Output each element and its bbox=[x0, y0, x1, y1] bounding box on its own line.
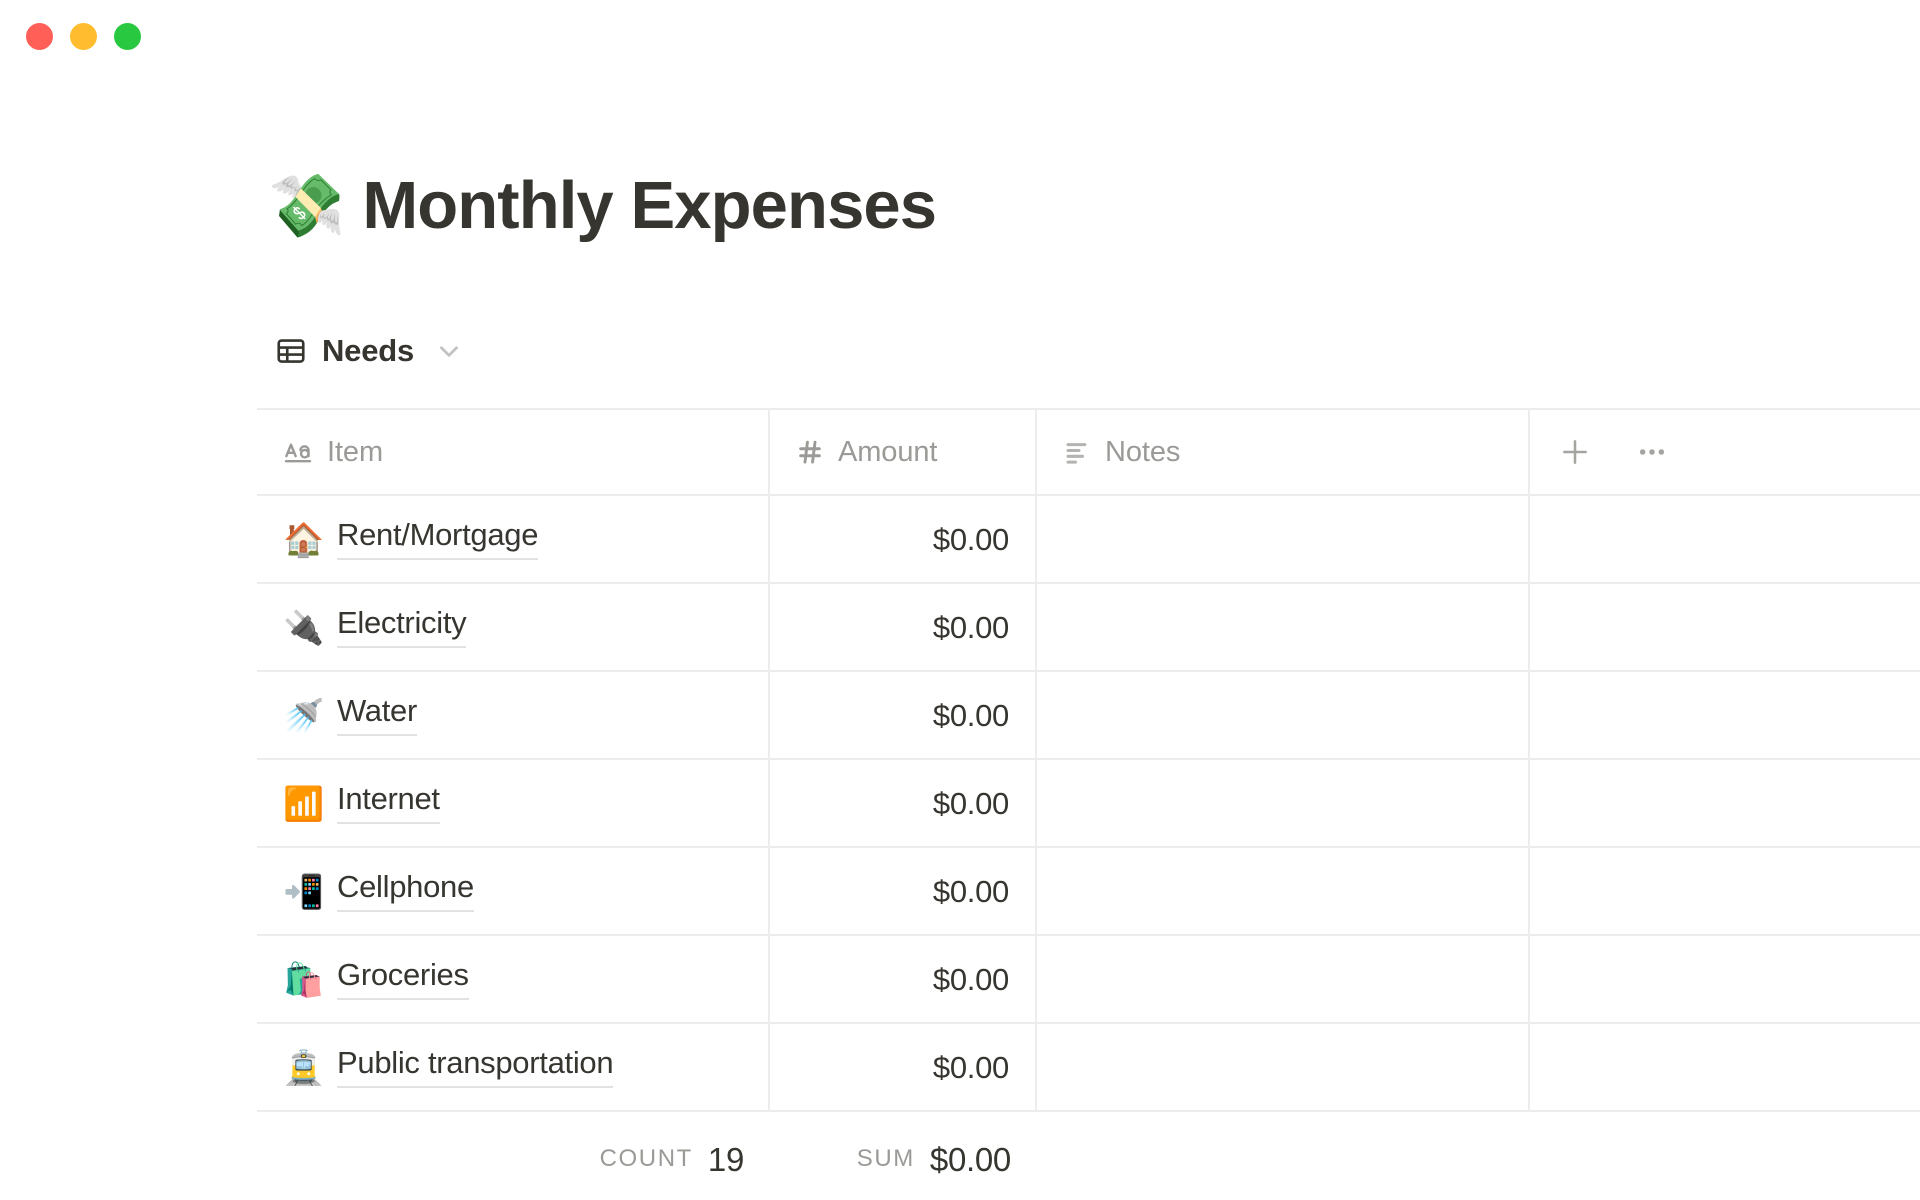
cell-amount[interactable]: $0.00 bbox=[770, 936, 1037, 1022]
cell-amount[interactable]: $0.00 bbox=[770, 1024, 1037, 1110]
shopping-bags-icon: 🛍️ bbox=[283, 963, 323, 996]
cell-extra bbox=[1530, 848, 1920, 934]
cell-extra bbox=[1530, 584, 1920, 670]
table-header-row: Item Amount bbox=[257, 410, 1920, 496]
cell-item-label: Public transportation bbox=[337, 1046, 613, 1087]
cell-notes[interactable] bbox=[1037, 936, 1530, 1022]
cell-notes[interactable] bbox=[1037, 1024, 1530, 1110]
table-row[interactable]: 🚊 Public transportation $0.00 bbox=[257, 1024, 1920, 1112]
column-header-notes[interactable]: Notes bbox=[1037, 410, 1530, 494]
database-table: Item Amount bbox=[257, 408, 1920, 1112]
cell-amount-value: $0.00 bbox=[933, 788, 1009, 819]
cell-amount[interactable]: $0.00 bbox=[770, 760, 1037, 846]
cell-extra bbox=[1530, 1024, 1920, 1110]
aggregation-sum[interactable]: Sum $0.00 bbox=[770, 1128, 1037, 1190]
cell-amount-value: $0.00 bbox=[933, 876, 1009, 907]
house-icon: 🏠 bbox=[283, 523, 323, 556]
database-view-selector[interactable]: Needs bbox=[276, 335, 462, 366]
cell-item[interactable]: 🚊 Public transportation bbox=[257, 1024, 770, 1110]
cell-item-label: Groceries bbox=[337, 958, 469, 999]
more-options-button[interactable] bbox=[1635, 435, 1669, 469]
cell-item-label: Rent/Mortgage bbox=[337, 518, 538, 559]
cell-item[interactable]: 🔌 Electricity bbox=[257, 584, 770, 670]
table-row[interactable]: 📶 Internet $0.00 bbox=[257, 760, 1920, 848]
aggregation-count-label: Count bbox=[600, 1147, 693, 1171]
table-row[interactable]: 📲 Cellphone $0.00 bbox=[257, 848, 1920, 936]
aggregation-count-value: 19 bbox=[708, 1143, 744, 1176]
cell-item-label: Electricity bbox=[337, 606, 466, 647]
cell-notes[interactable] bbox=[1037, 496, 1530, 582]
cell-extra bbox=[1530, 672, 1920, 758]
table-header-actions bbox=[1530, 410, 1920, 494]
cell-item-label: Water bbox=[337, 694, 417, 735]
cell-item-label: Cellphone bbox=[337, 870, 474, 911]
add-column-button[interactable] bbox=[1558, 435, 1592, 469]
view-name-label: Needs bbox=[322, 335, 414, 366]
tram-icon: 🚊 bbox=[283, 1051, 323, 1084]
table-aggregation-row: Count 19 Sum $0.00 bbox=[257, 1128, 1920, 1190]
signal-bars-icon: 📶 bbox=[283, 787, 323, 820]
table-icon bbox=[276, 336, 306, 366]
page-title-text: Monthly Expenses bbox=[362, 172, 936, 239]
cell-amount-value: $0.00 bbox=[933, 612, 1009, 643]
chevron-down-icon[interactable] bbox=[430, 338, 462, 364]
cell-amount-value: $0.00 bbox=[933, 524, 1009, 555]
cell-amount[interactable]: $0.00 bbox=[770, 584, 1037, 670]
column-header-item-label: Item bbox=[327, 438, 383, 467]
cell-amount[interactable]: $0.00 bbox=[770, 672, 1037, 758]
table-row[interactable]: 🚿 Water $0.00 bbox=[257, 672, 1920, 760]
aggregation-sum-value: $0.00 bbox=[930, 1143, 1011, 1176]
table-row[interactable]: 🏠 Rent/Mortgage $0.00 bbox=[257, 496, 1920, 584]
text-lines-icon bbox=[1063, 438, 1091, 466]
column-header-notes-label: Notes bbox=[1105, 438, 1180, 467]
cell-item[interactable]: 📲 Cellphone bbox=[257, 848, 770, 934]
aggregation-sum-label: Sum bbox=[857, 1147, 915, 1171]
cell-extra bbox=[1530, 760, 1920, 846]
cell-amount-value: $0.00 bbox=[933, 1052, 1009, 1083]
table-row[interactable]: 🛍️ Groceries $0.00 bbox=[257, 936, 1920, 1024]
text-aa-icon bbox=[283, 437, 313, 467]
cell-amount-value: $0.00 bbox=[933, 700, 1009, 731]
aggregation-count[interactable]: Count 19 bbox=[257, 1128, 770, 1190]
page-body: 💸 Monthly Expenses Needs bbox=[0, 0, 1920, 1200]
column-header-amount[interactable]: Amount bbox=[770, 410, 1037, 494]
cell-extra bbox=[1530, 936, 1920, 1022]
cell-amount-value: $0.00 bbox=[933, 964, 1009, 995]
table-row[interactable]: 🔌 Electricity $0.00 bbox=[257, 584, 1920, 672]
cell-item[interactable]: 📶 Internet bbox=[257, 760, 770, 846]
cell-amount[interactable]: $0.00 bbox=[770, 496, 1037, 582]
cell-amount[interactable]: $0.00 bbox=[770, 848, 1037, 934]
number-hash-icon bbox=[796, 438, 824, 466]
cell-notes[interactable] bbox=[1037, 760, 1530, 846]
cell-notes[interactable] bbox=[1037, 848, 1530, 934]
cell-notes[interactable] bbox=[1037, 672, 1530, 758]
cell-item-label: Internet bbox=[337, 782, 440, 823]
mobile-phone-arrow-icon: 📲 bbox=[283, 875, 323, 908]
cell-item[interactable]: 🛍️ Groceries bbox=[257, 936, 770, 1022]
money-with-wings-icon: 💸 bbox=[268, 175, 344, 237]
cell-item[interactable]: 🏠 Rent/Mortgage bbox=[257, 496, 770, 582]
electric-plug-icon: 🔌 bbox=[283, 611, 323, 644]
cell-notes[interactable] bbox=[1037, 584, 1530, 670]
shower-icon: 🚿 bbox=[283, 699, 323, 732]
cell-item[interactable]: 🚿 Water bbox=[257, 672, 770, 758]
cell-extra bbox=[1530, 496, 1920, 582]
page-title[interactable]: 💸 Monthly Expenses bbox=[268, 172, 936, 239]
column-header-amount-label: Amount bbox=[838, 438, 937, 467]
column-header-item[interactable]: Item bbox=[257, 410, 770, 494]
